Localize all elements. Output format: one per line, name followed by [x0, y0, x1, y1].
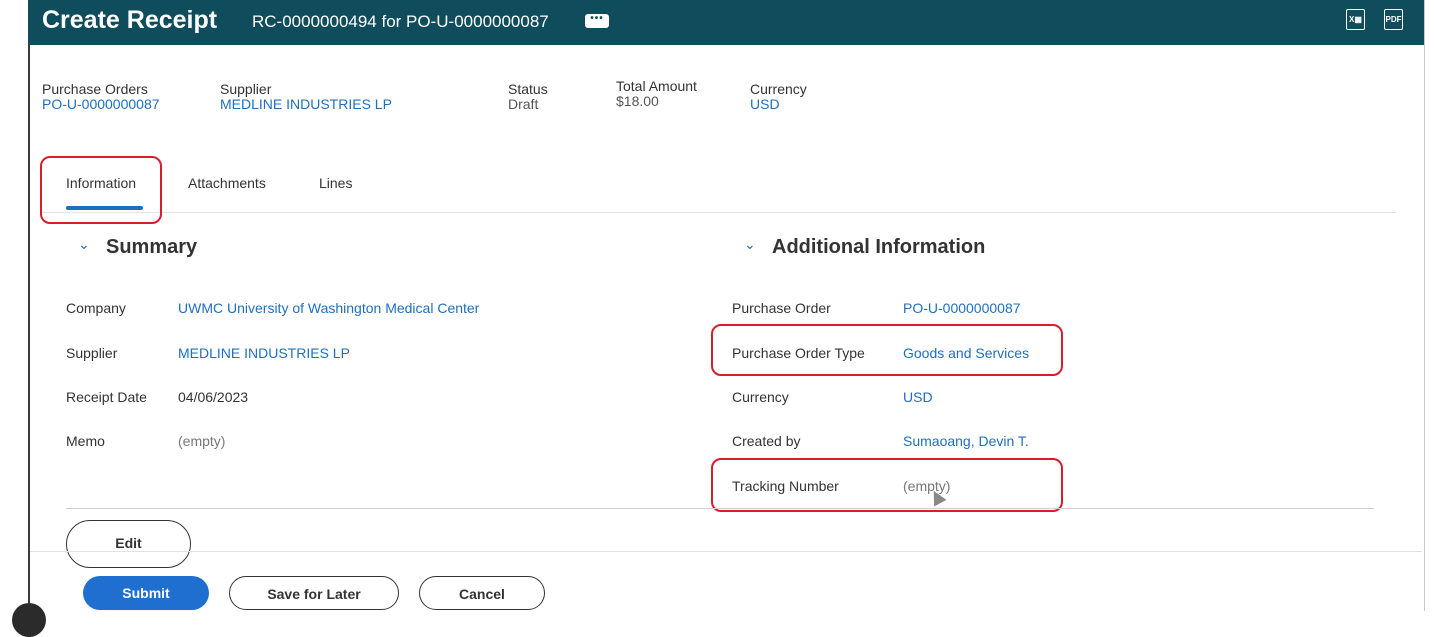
- currency-link[interactable]: USD: [750, 97, 780, 112]
- tabs-divider: [40, 212, 1396, 213]
- created-by-link[interactable]: Sumaoang, Devin T.: [903, 433, 1029, 449]
- ellipsis-icon[interactable]: •••: [585, 14, 609, 28]
- status-value: Draft: [508, 96, 539, 112]
- highlight-box-information-tab: [40, 156, 162, 224]
- company-link[interactable]: UWMC University of Washington Medical Ce…: [178, 300, 479, 316]
- memo-value: (empty): [178, 433, 226, 449]
- status-label: Status: [508, 81, 548, 97]
- receipt-date-value: 04/06/2023: [178, 389, 249, 405]
- edit-button[interactable]: Edit: [66, 520, 191, 568]
- supplier-field-label: Supplier: [66, 345, 118, 361]
- page-subtitle: RC-0000000494 for PO-U-0000000087: [252, 12, 549, 31]
- footer-divider: [30, 551, 1422, 552]
- page-title: Create Receipt: [42, 6, 218, 34]
- cancel-button[interactable]: Cancel: [419, 576, 545, 610]
- export-pdf-icon[interactable]: PDF: [1384, 9, 1403, 30]
- chevron-down-icon[interactable]: ⌄: [78, 236, 90, 253]
- currency-label: Currency: [750, 81, 807, 97]
- created-by-label: Created by: [732, 433, 801, 449]
- tab-attachments[interactable]: Attachments: [188, 175, 266, 191]
- supplier-link[interactable]: MEDLINE INDUSTRIES LP: [220, 97, 392, 112]
- title-bar: Create Receipt RC-0000000494 for PO-U-00…: [28, 0, 1424, 45]
- purchase-order-link[interactable]: PO-U-0000000087: [903, 300, 1021, 316]
- highlight-box-tracking-number: [711, 458, 1063, 512]
- chevron-down-icon-additional[interactable]: ⌄: [744, 236, 756, 253]
- highlight-box-po-type: [711, 324, 1063, 376]
- total-amount-label: Total Amount: [616, 78, 697, 94]
- export-excel-icon[interactable]: X▦: [1346, 9, 1365, 30]
- section-divider: [66, 508, 1374, 509]
- tab-lines[interactable]: Lines: [319, 175, 352, 191]
- receipt-date-label: Receipt Date: [66, 389, 147, 405]
- currency-field-label: Currency: [732, 389, 789, 405]
- supplier-label: Supplier: [220, 81, 272, 97]
- company-label: Company: [66, 300, 126, 316]
- save-for-later-button[interactable]: Save for Later: [229, 576, 399, 610]
- purchase-order-label: Purchase Order: [732, 300, 831, 316]
- avatar[interactable]: [12, 603, 46, 637]
- memo-label: Memo: [66, 433, 105, 449]
- purchase-orders-link[interactable]: PO-U-0000000087: [42, 97, 160, 112]
- supplier-field-link[interactable]: MEDLINE INDUSTRIES LP: [178, 345, 350, 361]
- currency-field-link[interactable]: USD: [903, 389, 933, 405]
- summary-heading: Summary: [106, 236, 198, 258]
- total-amount-value: $18.00: [616, 93, 659, 109]
- additional-info-heading: Additional Information: [772, 236, 986, 258]
- submit-button[interactable]: Submit: [83, 576, 209, 610]
- purchase-orders-label: Purchase Orders: [42, 81, 148, 97]
